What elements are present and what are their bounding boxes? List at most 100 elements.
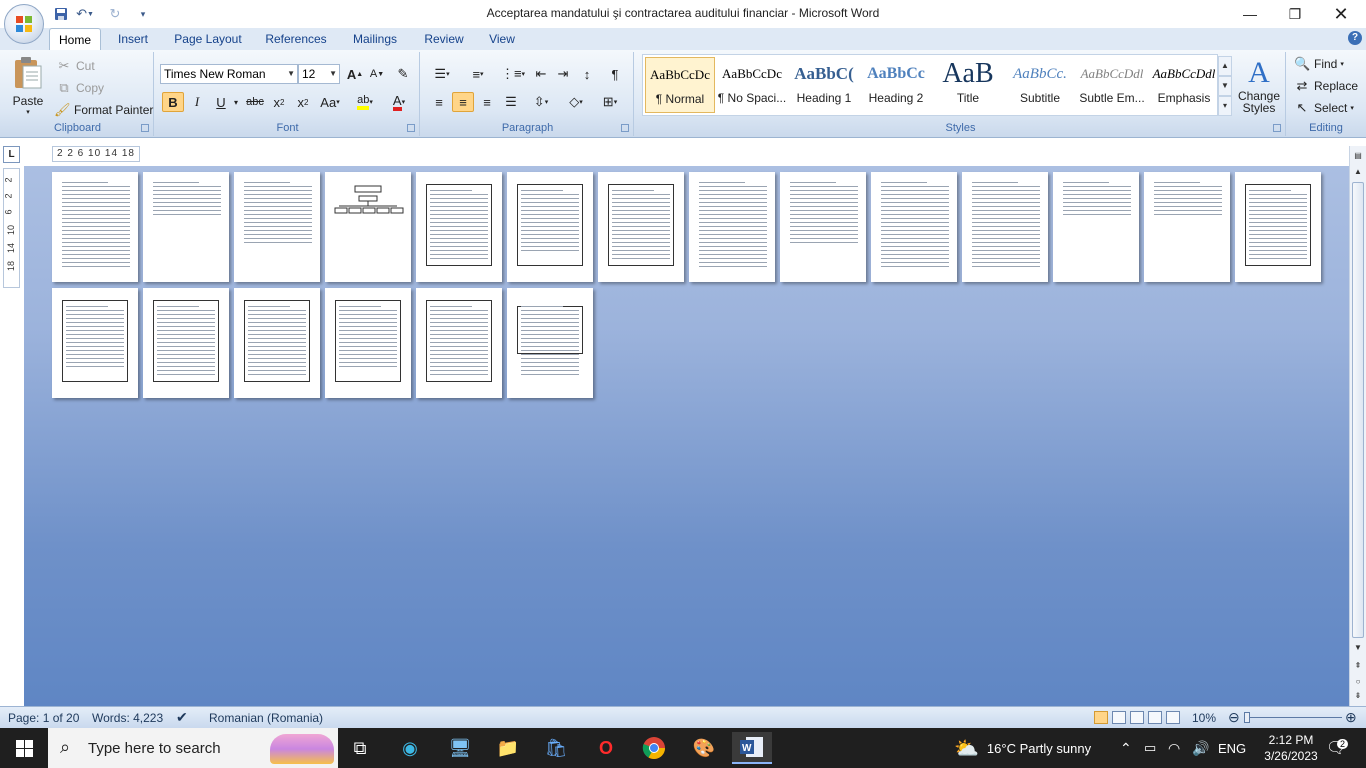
underline-dropdown-icon[interactable]: ▾ — [230, 92, 242, 112]
superscript-button[interactable]: x2 — [292, 92, 314, 112]
notifications-button[interactable]: 🗨 2 — [1326, 728, 1349, 768]
page-thumbnail[interactable] — [416, 288, 502, 398]
tab-selector[interactable]: L — [3, 146, 20, 163]
store-icon[interactable]: 🛍 — [536, 732, 576, 764]
office-button[interactable] — [4, 4, 44, 44]
language-indicator[interactable]: Romanian (Romania) — [209, 711, 323, 725]
select-button[interactable]: ↖ Select ▾ — [1294, 100, 1354, 116]
outline-view-icon[interactable] — [1148, 711, 1162, 724]
page-thumbnail[interactable] — [1144, 172, 1230, 282]
proofing-icon[interactable]: ✔ — [176, 709, 188, 726]
opera-icon[interactable]: O — [586, 732, 626, 764]
style-title[interactable]: AaB Title — [933, 57, 1003, 113]
align-center-icon[interactable]: ≡ — [452, 92, 474, 112]
zoom-slider[interactable] — [1244, 712, 1342, 723]
subscript-button[interactable]: x2 — [268, 92, 290, 112]
minimize-button[interactable]: — — [1227, 0, 1273, 28]
style-heading-1[interactable]: AaBbC(Heading 1 — [789, 57, 859, 113]
style-heading-2[interactable]: AaBbCc Heading 2 — [861, 57, 931, 113]
change-case-button[interactable]: Aa ▾ — [316, 92, 344, 112]
gallery-down-icon[interactable]: ▼ — [1218, 76, 1232, 96]
zoom-in-icon[interactable]: ⊕ — [1345, 709, 1357, 726]
page-thumbnail[interactable] — [507, 288, 593, 398]
zoom-slider-thumb[interactable] — [1244, 712, 1250, 723]
scroll-down-icon[interactable]: ▼ — [1352, 642, 1364, 654]
bullets-icon[interactable]: ☰ ▾ — [426, 64, 458, 84]
page-thumbnail[interactable] — [143, 172, 229, 282]
cut-button[interactable]: ✂ Cut — [56, 58, 95, 74]
font-color-button[interactable]: A ▾ — [384, 92, 414, 112]
previous-page-icon[interactable]: ⇞ — [1352, 660, 1364, 672]
align-left-icon[interactable]: ≡ — [428, 92, 450, 112]
page-thumbnail[interactable] — [962, 172, 1048, 282]
style-emphasis[interactable]: AaBbCcDdl Emphasis — [1149, 57, 1219, 113]
page-thumbnail[interactable] — [689, 172, 775, 282]
full-screen-reading-icon[interactable] — [1112, 711, 1126, 724]
word-count[interactable]: Words: 4,223 — [92, 711, 163, 725]
restore-button[interactable]: ❐ — [1272, 0, 1318, 28]
volume-icon[interactable]: 🔊 — [1192, 728, 1209, 768]
page-indicator[interactable]: Page: 1 of 20 — [8, 711, 79, 725]
styles-dialog-launcher-icon[interactable] — [1273, 124, 1281, 132]
change-styles-button[interactable]: A Change Styles — [1236, 56, 1282, 120]
wifi-icon[interactable]: ◠ — [1168, 728, 1180, 768]
sort-icon[interactable]: ↕ — [576, 64, 598, 84]
highlight-button[interactable]: ab ▾ — [350, 92, 380, 112]
shading-icon[interactable]: ◇ ▾ — [560, 92, 592, 112]
multilevel-list-icon[interactable]: ⋮≡ ▾ — [498, 64, 528, 84]
web-layout-icon[interactable] — [1130, 711, 1144, 724]
tab-page-layout[interactable]: Page Layout — [168, 28, 248, 50]
show-formatting-icon[interactable]: ¶ — [604, 64, 626, 84]
style-normal[interactable]: AaBbCcDc ¶ Normal — [645, 57, 715, 113]
clear-formatting-icon[interactable]: ✎ — [392, 64, 414, 84]
gallery-more-icon[interactable]: ▾ — [1218, 96, 1232, 116]
browse-object-icon[interactable]: ○ — [1352, 676, 1364, 688]
page-thumbnail[interactable] — [234, 288, 320, 398]
paragraph-dialog-launcher-icon[interactable] — [621, 124, 629, 132]
tab-home[interactable]: Home — [49, 28, 101, 50]
page-thumbnail[interactable] — [143, 288, 229, 398]
clock[interactable]: 2:12 PM 3/26/2023 — [1262, 728, 1320, 768]
word-icon[interactable]: W — [732, 732, 772, 764]
close-button[interactable]: ✕ — [1318, 0, 1364, 28]
tab-review[interactable]: Review — [418, 28, 470, 50]
style-subtle-emphasis[interactable]: AaBbCcDdl Subtle Em... — [1077, 57, 1147, 113]
file-explorer-icon[interactable]: 📁 — [488, 732, 528, 764]
increase-indent-icon[interactable]: ⇥ — [552, 64, 574, 84]
page-thumbnail[interactable] — [1053, 172, 1139, 282]
weather-widget[interactable]: ⛅ 16°C Partly sunny — [954, 728, 1091, 768]
font-name-combo[interactable]: Times New Roman ▼ — [160, 64, 298, 84]
ruler-toggle-icon[interactable]: ▤ — [1352, 150, 1364, 162]
page-thumbnail[interactable] — [598, 172, 684, 282]
page-thumbnail[interactable] — [52, 288, 138, 398]
tab-view[interactable]: View — [480, 28, 524, 50]
show-hidden-icons-icon[interactable]: ⌃ — [1120, 728, 1132, 768]
tab-references[interactable]: References — [258, 28, 334, 50]
page-thumbnail[interactable] — [780, 172, 866, 282]
paste-button[interactable]: Paste ▾ — [8, 56, 48, 120]
grow-font-button[interactable]: A ▲ — [344, 64, 366, 84]
decrease-indent-icon[interactable]: ⇤ — [530, 64, 552, 84]
align-right-icon[interactable]: ≡ — [476, 92, 498, 112]
page-thumbnail[interactable] — [416, 172, 502, 282]
clipboard-dialog-launcher-icon[interactable] — [141, 124, 149, 132]
edge-icon[interactable]: ◉ — [390, 732, 430, 764]
page-thumbnail[interactable] — [234, 172, 320, 282]
line-spacing-icon[interactable]: ⇳ ▾ — [526, 92, 556, 112]
paint-icon[interactable]: 🎨 — [684, 732, 724, 764]
replace-button[interactable]: ⇄ Replace — [1294, 78, 1358, 94]
computer-icon[interactable]: 🖥 — [440, 732, 480, 764]
page-thumbnail[interactable] — [1235, 172, 1321, 282]
scroll-up-icon[interactable]: ▲ — [1352, 166, 1364, 178]
style-subtitle[interactable]: AaBbCc. Subtitle — [1005, 57, 1075, 113]
help-icon[interactable]: ? — [1348, 31, 1362, 45]
battery-icon[interactable]: ▭ — [1144, 728, 1156, 768]
page-thumbnail[interactable] — [507, 172, 593, 282]
page-thumbnail[interactable] — [52, 172, 138, 282]
borders-icon[interactable]: ⊞ ▾ — [594, 92, 626, 112]
font-size-combo[interactable]: 12 ▼ — [298, 64, 340, 84]
format-painter-button[interactable]: 🖌 Format Painter — [54, 102, 153, 118]
chrome-icon[interactable] — [634, 732, 674, 764]
document-area[interactable] — [24, 166, 1349, 706]
numbering-icon[interactable]: ≡ ▾ — [462, 64, 494, 84]
